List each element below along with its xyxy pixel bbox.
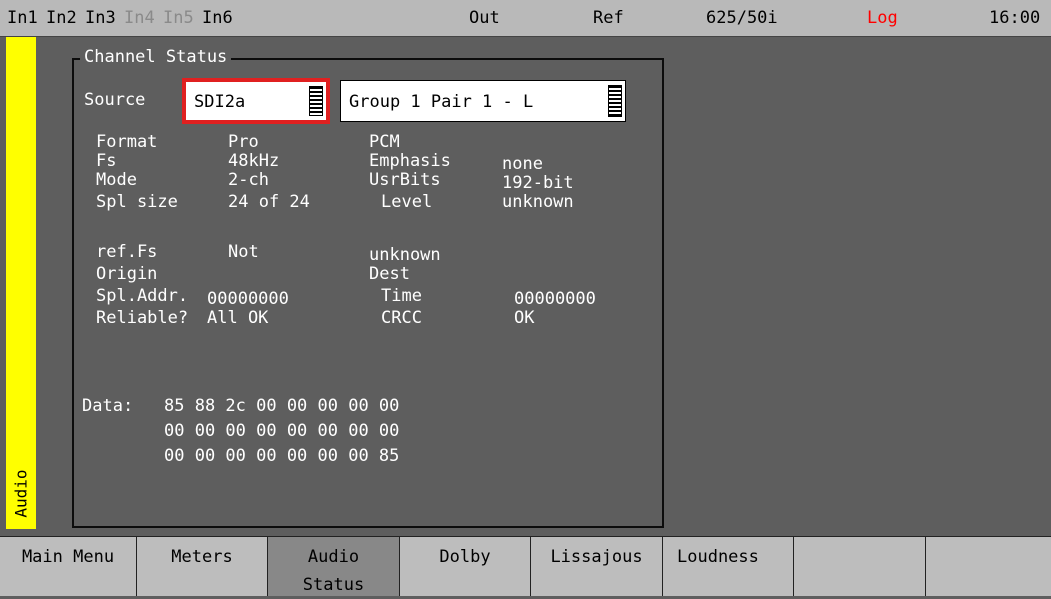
input-6-indicator[interactable]: In6 — [202, 8, 233, 28]
source-label: Source — [84, 90, 146, 110]
main-menu-label: Main Menu — [21, 547, 115, 567]
usrbits-label: UsrBits — [369, 170, 441, 190]
log-indicator: Log — [867, 8, 898, 28]
fs-value: 48kHz — [228, 151, 280, 171]
lissajous-button[interactable]: Lissajous — [531, 536, 663, 596]
input-3-indicator[interactable]: In3 — [85, 8, 116, 28]
reliable-value: All OK — [207, 308, 269, 328]
bottom-menu-bar: Main Menu Meters Audio Status Dolby Liss… — [0, 536, 1051, 596]
softkey-8-button[interactable] — [926, 536, 1051, 596]
pcm-value: PCM — [369, 132, 400, 152]
meters-button[interactable]: Meters — [137, 536, 268, 596]
data-line-3: 00 00 00 00 00 00 00 85 — [164, 446, 400, 466]
input-4-indicator[interactable]: In4 — [124, 8, 155, 28]
level-value: unknown — [502, 192, 574, 212]
group-scroll-icon[interactable] — [608, 85, 622, 117]
loudness-label: Loudness — [677, 547, 759, 567]
dolby-label: Dolby — [439, 547, 491, 567]
spladdr-label: Spl.Addr. — [96, 286, 189, 306]
level-label: Level — [381, 192, 433, 212]
softkey-7-button[interactable] — [794, 536, 926, 596]
data-label: Data: — [82, 396, 134, 416]
source-selector[interactable]: SDI2a — [182, 78, 330, 124]
video-format-indicator: 625/50i — [706, 8, 778, 28]
mode-label: Mode — [96, 170, 137, 190]
emphasis-label: Emphasis — [369, 151, 451, 171]
time-label: Time — [381, 286, 422, 306]
main-menu-button[interactable]: Main Menu — [0, 536, 137, 596]
format-label: Format — [96, 132, 158, 152]
group-pair-value: Group 1 Pair 1 - L — [349, 92, 534, 112]
clock-display: 16:00 — [989, 8, 1041, 28]
lissajous-label: Lissajous — [550, 547, 643, 567]
emphasis-value: none — [502, 154, 543, 174]
reliable-label: Reliable? — [96, 308, 189, 328]
reffs-label: ref.Fs — [96, 242, 158, 262]
source-value: SDI2a — [194, 92, 246, 112]
input-2-indicator[interactable]: In2 — [46, 8, 77, 28]
source-scroll-icon[interactable] — [309, 86, 323, 116]
dolby-button[interactable]: Dolby — [400, 536, 531, 596]
reference-indicator: Ref — [593, 8, 624, 28]
splsize-label: Spl size — [96, 192, 178, 212]
usrbits-value: 192-bit — [502, 173, 574, 193]
audio-side-tab[interactable]: Audio — [6, 37, 36, 529]
format-value: Pro — [228, 132, 259, 152]
input-1-indicator[interactable]: In1 — [7, 8, 38, 28]
mode-value: 2-ch — [228, 170, 269, 190]
reffs-extra-value: unknown — [369, 245, 441, 265]
crcc-label: CRCC — [381, 308, 422, 328]
audio-status-label-line2: Status — [302, 575, 365, 595]
side-tab-label: Audio — [11, 469, 31, 518]
audio-status-button[interactable]: Audio Status — [268, 536, 400, 596]
loudness-button[interactable]: Loudness — [663, 536, 794, 596]
group-pair-selector[interactable]: Group 1 Pair 1 - L — [340, 80, 626, 122]
spladdr-value: 00000000 — [207, 289, 289, 309]
meters-label: Meters — [171, 547, 233, 567]
top-status-bar: In1 In2 In3 In4 In5 In6 Out Ref 625/50i … — [0, 0, 1051, 37]
splsize-value: 24 of 24 — [228, 192, 310, 212]
fs-label: Fs — [96, 151, 117, 171]
time-value: 00000000 — [514, 289, 596, 309]
panel-title: Channel Status — [80, 47, 232, 67]
reffs-value: Not — [228, 242, 259, 262]
origin-label: Origin — [96, 264, 158, 284]
dest-label: Dest — [369, 264, 410, 284]
input-5-indicator[interactable]: In5 — [163, 8, 194, 28]
audio-status-label-line1: Audio — [307, 547, 360, 567]
crcc-value: OK — [514, 308, 535, 328]
data-line-1: 85 88 2c 00 00 00 00 00 — [164, 396, 400, 416]
output-indicator: Out — [469, 8, 500, 28]
data-line-2: 00 00 00 00 00 00 00 00 — [164, 421, 400, 441]
